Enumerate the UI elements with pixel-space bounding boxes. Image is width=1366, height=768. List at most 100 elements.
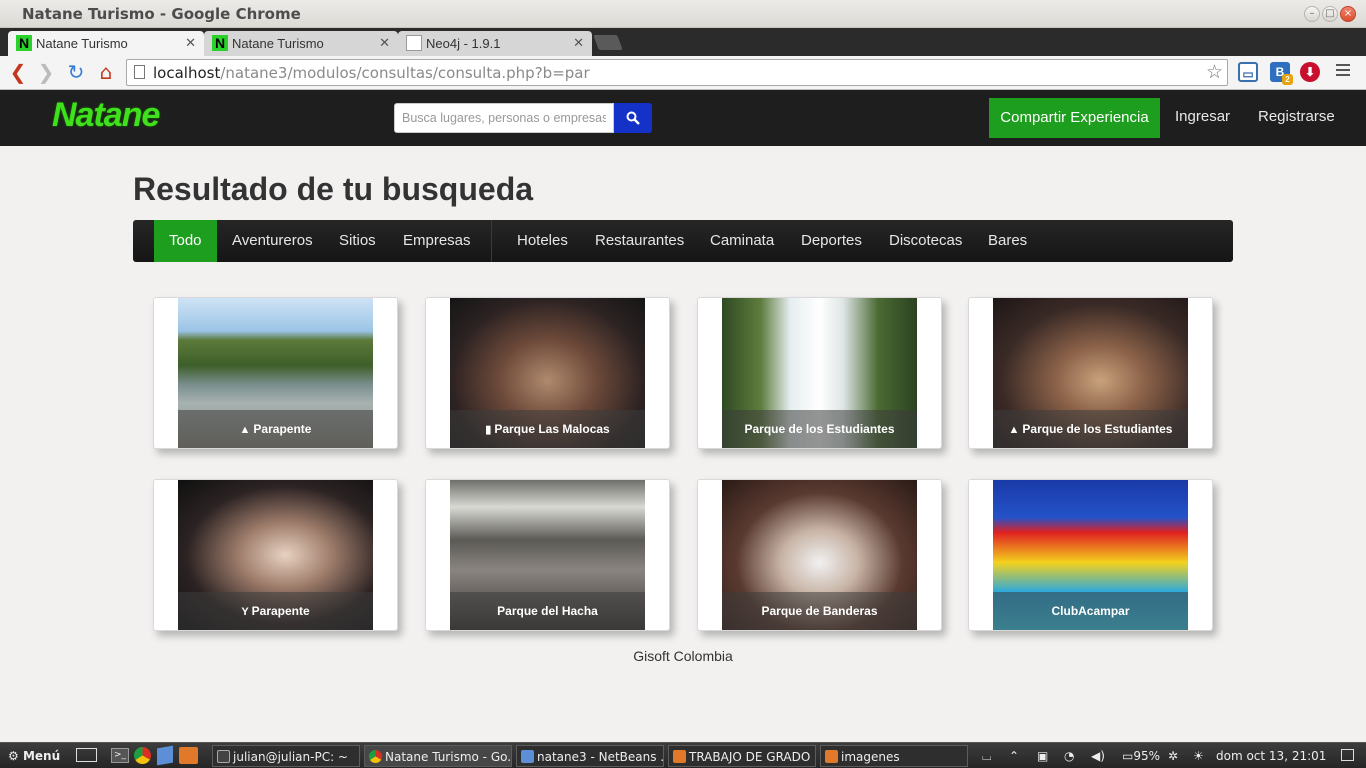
browser-toolbar: ❮ ❯ ↻ ⌂ localhost/natane3/modulos/consul… [0,56,1366,90]
filter-hoteles[interactable]: Hoteles [502,220,583,262]
taskbar-window-terminal[interactable]: julian@julian-PC: ~ [212,745,360,767]
page-icon [134,65,145,79]
chrome-menu-icon[interactable] [1336,64,1350,78]
clipboard-icon[interactable]: ▣ [1037,745,1048,767]
login-link[interactable]: Ingresar [1175,108,1230,125]
filter-aventureros[interactable]: Aventureros [217,220,328,262]
forward-arrow-icon[interactable]: ❯ [34,60,58,84]
browser-tab-2[interactable]: N Natane Turismo ✕ [204,31,398,56]
result-card[interactable]: Parque de Banderas [697,479,942,631]
start-menu-button[interactable]: ⚙ Menú [8,745,60,767]
netbeans-launcher-icon[interactable] [157,745,173,766]
filter-sitios[interactable]: Sitios [324,220,391,262]
close-window-button[interactable]: × [1340,6,1356,22]
filter-empresas[interactable]: Empresas [388,220,486,262]
show-desktop-icon[interactable] [76,748,97,762]
clock[interactable]: dom oct 13, 21:01 [1216,745,1326,767]
new-tab-button[interactable] [593,35,623,50]
result-photo: Y Parapente [178,480,373,630]
bookmark-star-icon[interactable]: ☆ [1206,61,1223,83]
category-filter-bar: Todo Aventureros Sitios Empresas Hoteles… [133,220,1233,262]
cast-extension-icon[interactable]: ▭ [1238,62,1258,82]
result-photo: ClubAcampar [993,480,1188,630]
glass-icon: Y [241,606,249,618]
minimize-button[interactable]: – [1304,6,1320,22]
result-photo: Parque del Hacha [450,480,645,630]
maximize-button[interactable]: □ [1322,6,1338,22]
filter-bares[interactable]: Bares [973,220,1042,262]
result-photo: ▲ Parque de los Estudiantes [993,298,1188,448]
extension-badge: 2 [1282,74,1293,85]
filter-discotecas[interactable]: Discotecas [874,220,977,262]
window-title: Natane Turismo - Google Chrome [22,5,301,23]
taskbar-window-imagenes[interactable]: imagenes [820,745,968,767]
result-photo: ▲ Parapente [178,298,373,448]
reload-icon[interactable]: ↻ [64,60,88,84]
result-card[interactable]: Y Parapente [153,479,398,631]
result-card[interactable]: Parque del Hacha [425,479,670,631]
close-tab-icon[interactable]: ✕ [379,35,390,51]
result-card[interactable]: ▲ Parapente [153,297,398,449]
result-caption: ▮ Parque Las Malocas [450,410,645,448]
result-card[interactable]: ClubAcampar [968,479,1213,631]
share-experience-button[interactable]: Compartir Experiencia [989,98,1160,138]
close-tab-icon[interactable]: ✕ [573,35,584,51]
battery-icon: ▭ [1122,749,1134,763]
brightness-icon[interactable]: ☀ [1193,745,1204,767]
natane-favicon-icon: N [212,35,228,51]
road-icon: ▲ [1008,424,1020,436]
site-navbar: Natane Compartir Experiencia Ingresar Re… [0,90,1366,146]
result-card[interactable]: ▲ Parque de los Estudiantes [968,297,1213,449]
filter-caminata[interactable]: Caminata [695,220,789,262]
os-taskbar: ⚙ Menú >_ julian@julian-PC: ~ Natane Tur… [0,742,1366,768]
taskbar-window-trabajo[interactable]: TRABAJO DE GRADO [668,745,816,767]
chevron-up-icon[interactable]: ⌃ [1009,745,1019,767]
result-card[interactable]: Parque de los Estudiantes [697,297,942,449]
tab-label: Natane Turismo [232,36,324,51]
pocket-extension-icon[interactable]: ⬇ [1300,62,1320,82]
result-caption: Parque del Hacha [450,592,645,630]
gear-icon: ⚙ [8,749,19,763]
taskbar-window-netbeans[interactable]: natane3 - NetBeans ... [516,745,664,767]
chrome-launcher-icon[interactable] [134,747,151,764]
folder-icon [673,750,686,763]
result-caption: ▲ Parque de los Estudiantes [993,410,1188,448]
taskbar-window-chrome[interactable]: Natane Turismo - Go... [364,745,512,767]
search-button[interactable] [614,103,652,133]
filter-restaurantes[interactable]: Restaurantes [580,220,699,262]
back-arrow-icon[interactable]: ❮ [6,60,30,84]
url-text: localhost/natane3/modulos/consultas/cons… [153,64,590,82]
result-photo: Parque de Banderas [722,480,917,630]
tab-label: Neo4j - 1.9.1 [426,36,501,51]
tab-strip: N Natane Turismo ✕ N Natane Turismo ✕ Ne… [0,28,1366,56]
result-photo: Parque de los Estudiantes [722,298,917,448]
terminal-launcher-icon[interactable]: >_ [111,748,129,763]
result-caption: ClubAcampar [993,592,1188,630]
window-titlebar: Natane Turismo - Google Chrome – □ × [0,0,1366,28]
result-card[interactable]: ▮ Parque Las Malocas [425,297,670,449]
filter-deportes[interactable]: Deportes [786,220,877,262]
result-caption: ▲ Parapente [178,410,373,448]
browser-tab-3[interactable]: Neo4j - 1.9.1 ✕ [398,31,592,56]
road-icon: ▲ [239,424,251,436]
workspace-icon[interactable] [1341,749,1354,761]
site-logo[interactable]: Natane [52,96,160,135]
tab-label: Natane Turismo [36,36,128,51]
keyboard-icon[interactable]: ⌴ [982,745,992,767]
network-icon[interactable]: ✲ [1168,745,1178,767]
address-bar[interactable]: localhost/natane3/modulos/consultas/cons… [126,59,1228,86]
wifi-icon[interactable]: ◔ [1064,745,1074,767]
volume-icon[interactable]: ◀) [1091,745,1105,767]
close-tab-icon[interactable]: ✕ [185,35,196,51]
files-launcher-icon[interactable] [179,747,198,764]
filter-divider [491,220,492,262]
home-icon[interactable]: ⌂ [94,60,118,84]
natane-favicon-icon: N [16,35,32,51]
result-caption: Parque de Banderas [722,592,917,630]
browser-tab-1[interactable]: N Natane Turismo ✕ [8,31,204,56]
register-link[interactable]: Registrarse [1258,108,1335,125]
filter-todo[interactable]: Todo [154,220,217,262]
search-input[interactable] [394,103,614,133]
battery-indicator[interactable]: ▭95% [1122,745,1160,767]
briefcase-icon: ▮ [485,424,492,436]
